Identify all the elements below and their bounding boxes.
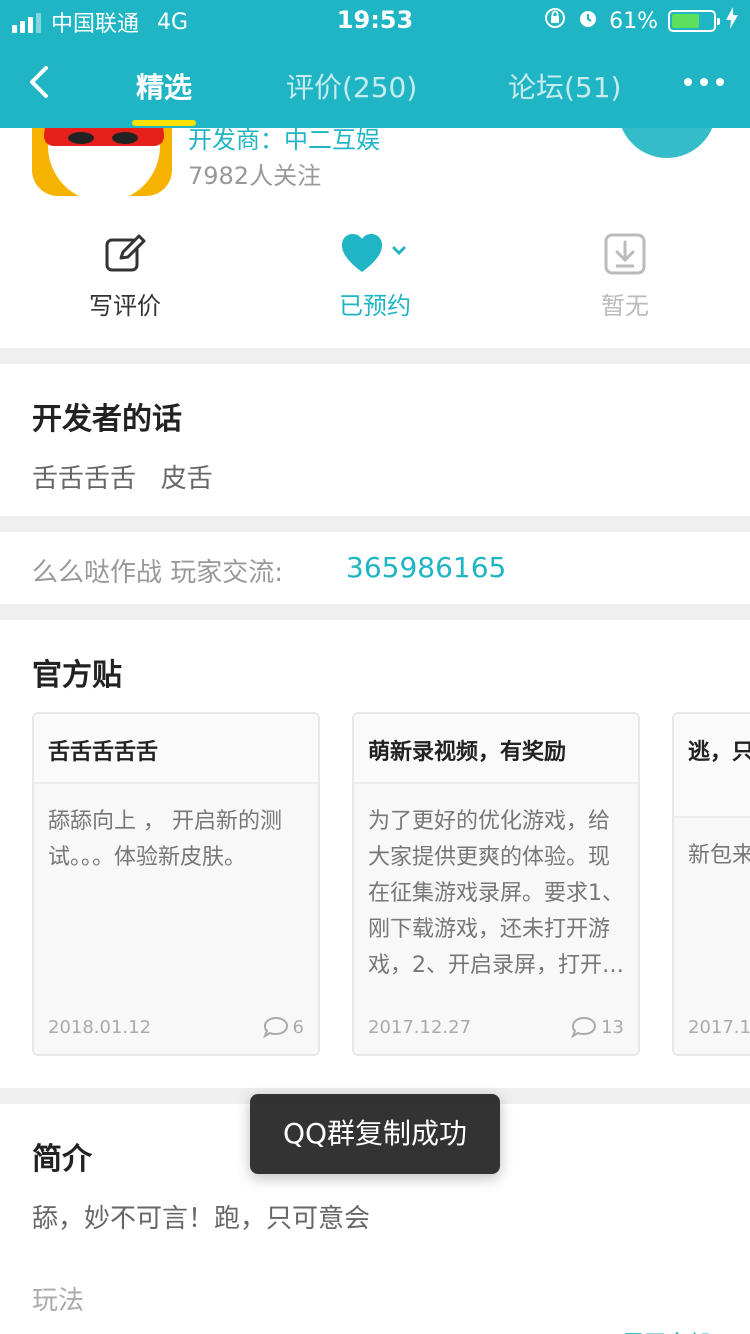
- post-body: 舔舔向上 ， 开启新的测试。。。体验新皮肤。: [48, 809, 282, 870]
- post-comments: 13: [571, 1016, 624, 1038]
- comment-icon: [571, 1016, 597, 1038]
- post-date: 2018.01.12: [48, 1017, 152, 1038]
- post-comment-count: 13: [601, 1016, 624, 1038]
- tab-reviews[interactable]: 评价(250): [286, 66, 417, 106]
- action-row: 写评价 已预约 暂无: [0, 230, 750, 320]
- chevron-left-icon: [30, 66, 48, 98]
- official-posts-title: 官方贴: [32, 658, 122, 693]
- download-label: 暂无: [601, 292, 649, 320]
- post-card[interactable]: 逃，只可意会不可言传 新包来 2017.12: [672, 712, 750, 1056]
- top-bar: 中国联通 4G 19:53 61% 精选 评价(250) 论坛(51): [0, 0, 750, 128]
- alarm-icon: [577, 7, 599, 35]
- edit-icon: [45, 230, 205, 278]
- qq-group-row[interactable]: 么么哒作战 玩家交流: 365986165: [0, 532, 750, 604]
- battery-percent: 61%: [609, 8, 658, 34]
- gameplay-label: 玩法: [32, 1286, 85, 1316]
- post-body: 新包来: [688, 843, 750, 868]
- post-body: 为了更好的优化游戏，给大家提供更爽的体验。现在征集游戏录屏。要求1、刚下载游戏，…: [368, 809, 624, 978]
- developer-note-card: 开发者的话 舌舌舌舌 皮舌: [0, 364, 750, 516]
- post-card[interactable]: 萌新录视频，有奖励 为了更好的优化游戏，给大家提供更爽的体验。现在征集游戏录屏。…: [352, 712, 640, 1056]
- developer-note-body: 舌舌舌舌 皮舌: [32, 464, 213, 494]
- charging-icon: [726, 7, 738, 35]
- post-title: 萌新录视频，有奖励: [354, 714, 638, 784]
- comment-icon: [262, 1016, 288, 1038]
- write-review-button[interactable]: 写评价: [45, 230, 205, 321]
- intro-title: 简介: [32, 1142, 92, 1177]
- developer-note-title: 开发者的话: [32, 402, 182, 437]
- status-bar: 中国联通 4G 19:53 61%: [0, 0, 750, 40]
- battery-icon: [668, 10, 720, 32]
- back-button[interactable]: [24, 62, 56, 102]
- rotation-lock-icon: [543, 6, 567, 36]
- intro-body: 舔，妙不可言！跑，只可意会: [32, 1204, 371, 1234]
- post-title: 舌舌舌舌舌: [34, 714, 318, 784]
- toast-message: QQ群复制成功: [250, 1094, 500, 1174]
- more-icon[interactable]: [684, 78, 724, 86]
- qq-group-number[interactable]: 365986165: [346, 551, 506, 584]
- qq-group-label: 么么哒作战 玩家交流:: [32, 558, 284, 588]
- status-right: 61%: [543, 6, 738, 36]
- followers-count: 7982人关注: [188, 162, 322, 190]
- reserved-label: 已预约: [339, 292, 411, 320]
- post-date: 2017.12: [688, 1017, 750, 1038]
- post-title: 逃，只可意会不可言传: [674, 714, 750, 818]
- post-date: 2017.12.27: [368, 1017, 472, 1038]
- heart-icon: [295, 230, 455, 278]
- post-card[interactable]: 舌舌舌舌舌 舔舔向上 ， 开启新的测试。。。体验新皮肤。 2018.01.12 …: [32, 712, 320, 1056]
- reserved-button[interactable]: 已预约: [295, 230, 455, 321]
- tab-featured[interactable]: 精选: [131, 66, 197, 126]
- download-icon: [545, 230, 705, 278]
- tab-forum[interactable]: 论坛(51): [508, 66, 621, 106]
- post-comment-count: 6: [292, 1016, 304, 1038]
- official-posts-card: 官方贴 舌舌舌舌舌 舔舔向上 ， 开启新的测试。。。体验新皮肤。 2018.01…: [0, 620, 750, 1088]
- nav-bar: 精选 评价(250) 论坛(51): [0, 40, 750, 128]
- write-review-label: 写评价: [89, 292, 161, 320]
- post-comments: 6: [262, 1016, 304, 1038]
- download-button[interactable]: 暂无: [545, 230, 705, 321]
- expand-all-link[interactable]: 展开全部: [622, 1326, 710, 1334]
